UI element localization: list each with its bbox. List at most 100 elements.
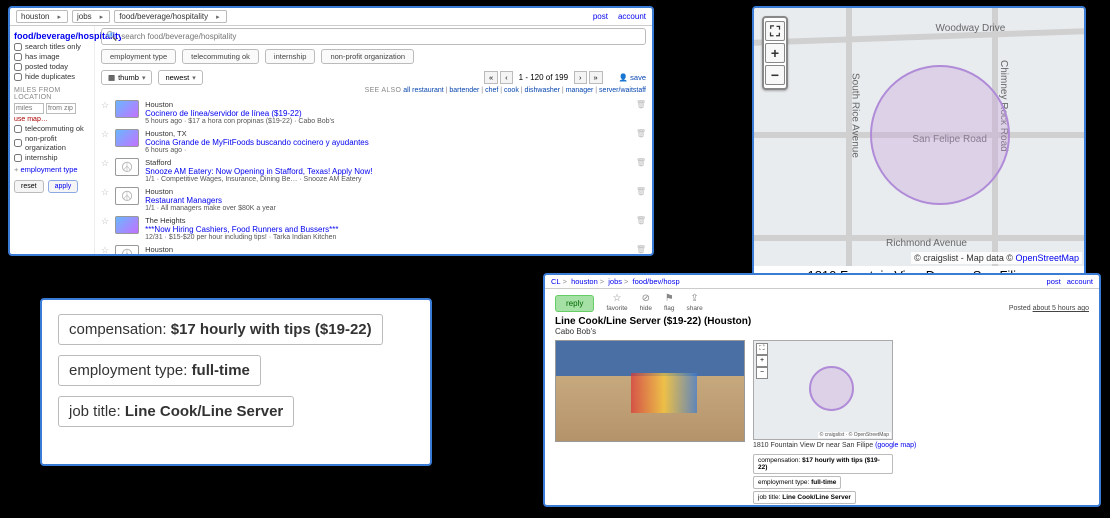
filter-hide-dupes[interactable]: hide duplicates: [14, 72, 90, 81]
reply-button[interactable]: reply: [555, 295, 594, 312]
fav-star-icon[interactable]: ☆: [101, 100, 109, 125]
crumb-city2[interactable]: houston: [571, 277, 598, 286]
apply-button[interactable]: apply: [48, 180, 79, 193]
pill-internship[interactable]: internship: [265, 49, 316, 64]
result-thumb[interactable]: ☮: [115, 245, 139, 256]
hide-result-icon[interactable]: 🗑: [636, 216, 646, 241]
fav-star-icon[interactable]: ☆: [101, 216, 109, 241]
sort-toggle[interactable]: newest: [158, 70, 202, 85]
result-row[interactable]: ☆☮HoustonRestaurant Managers1/1 · All ma…: [101, 185, 646, 214]
pill-employment-type[interactable]: employment type: [101, 49, 176, 64]
employment-type-expand[interactable]: employment type: [14, 165, 90, 174]
attr-compensation: compensation: $17 hourly with tips ($19-…: [58, 314, 383, 345]
filter-image-checkbox[interactable]: [14, 53, 22, 61]
result-thumb[interactable]: ☮: [115, 187, 139, 205]
hide-result-icon[interactable]: 🗑: [636, 100, 646, 125]
crumb-cat2[interactable]: food/bev/hosp: [633, 277, 680, 286]
minimap-fullscreen[interactable]: ⛶: [756, 343, 768, 355]
map-canvas[interactable]: San Felipe Road Richmond Avenue Woodway …: [754, 8, 1084, 266]
pager-prev[interactable]: ‹: [500, 71, 513, 84]
pill-telecommute[interactable]: telecommuting ok: [182, 49, 259, 64]
account-link2[interactable]: account: [1067, 277, 1093, 286]
filter-has-image[interactable]: has image: [14, 52, 90, 61]
crumb-category[interactable]: food/beverage/hospitality: [114, 10, 226, 23]
miles-input[interactable]: [14, 103, 44, 114]
search-bar[interactable]: 🔍: [101, 28, 646, 45]
result-thumb[interactable]: [115, 100, 139, 118]
filter-dupes-checkbox[interactable]: [14, 73, 22, 81]
fav-star-icon[interactable]: ☆: [101, 187, 109, 212]
result-title-link[interactable]: Cocina Grande de MyFitFoods buscando coc…: [145, 138, 369, 147]
crumb-jobs2[interactable]: jobs: [608, 277, 622, 286]
seealso-chef[interactable]: chef: [485, 87, 498, 94]
filter-nonprofit[interactable]: non-profit organization: [14, 134, 90, 152]
account-link[interactable]: account: [618, 12, 646, 21]
seealso-dishwasher[interactable]: dishwasher: [525, 87, 560, 94]
result-title-link[interactable]: Restaurant Managers: [145, 196, 222, 205]
result-row[interactable]: ☆HoustonCocinero de línea/servidor de lí…: [101, 98, 646, 127]
view-toggle[interactable]: ▦thumb: [101, 70, 152, 85]
pager-last[interactable]: »: [589, 71, 603, 84]
seealso-bartender[interactable]: bartender: [449, 87, 479, 94]
hide-action[interactable]: ⊘hide: [640, 293, 652, 312]
seealso-cook[interactable]: cook: [504, 87, 519, 94]
result-thumb[interactable]: [115, 129, 139, 147]
result-row[interactable]: ☆☮HoustonBarista - Coffee Truck | Sawyer…: [101, 243, 646, 256]
filter-titles-checkbox[interactable]: [14, 43, 22, 51]
map-fullscreen-button[interactable]: ⛶: [765, 21, 785, 41]
category-heading[interactable]: food/beverage/hospitality ‹: [14, 30, 90, 41]
seealso-manager[interactable]: manager: [566, 87, 594, 94]
result-location: The Heights: [145, 216, 338, 225]
filter-internship[interactable]: internship: [14, 153, 90, 162]
hide-result-icon[interactable]: 🗑: [636, 187, 646, 212]
pill-nonprofit[interactable]: non-profit organization: [321, 49, 414, 64]
filter-internship-checkbox[interactable]: [14, 154, 22, 162]
seealso-server[interactable]: server/waitstaff: [599, 87, 646, 94]
fav-star-icon[interactable]: ☆: [101, 245, 109, 256]
search-input[interactable]: [121, 32, 641, 41]
pager-first[interactable]: «: [484, 71, 498, 84]
minimap-zoom-in[interactable]: +: [756, 355, 768, 367]
filter-nonprofit-checkbox[interactable]: [14, 139, 22, 147]
result-thumb[interactable]: ☮: [115, 158, 139, 176]
crumb-cl[interactable]: CL: [551, 277, 561, 286]
crumb-city[interactable]: houston: [16, 10, 68, 23]
fav-star-icon[interactable]: ☆: [101, 158, 109, 183]
google-map-link[interactable]: (google map): [875, 442, 916, 449]
main-photo[interactable]: [555, 340, 745, 442]
use-map-link[interactable]: use map…: [14, 116, 90, 123]
favorite-action[interactable]: ☆favorite: [606, 293, 627, 312]
hide-result-icon[interactable]: 🗑: [636, 129, 646, 154]
flag-action[interactable]: ⚑flag: [664, 293, 674, 312]
result-row[interactable]: ☆☮StaffordSnooze AM Eatery: Now Opening …: [101, 156, 646, 185]
result-title-link[interactable]: Snooze AM Eatery: Now Opening in Staffor…: [145, 167, 372, 176]
filter-telecommute-checkbox[interactable]: [14, 125, 22, 133]
result-thumb[interactable]: [115, 216, 139, 234]
share-action[interactable]: ⇪share: [686, 293, 702, 312]
minimap-zoom-out[interactable]: −: [756, 367, 768, 379]
result-row[interactable]: ☆ The Heights***Now Hiring Cashiers, Food…: [101, 214, 646, 243]
map-zoom-out-button[interactable]: −: [765, 65, 785, 85]
result-row[interactable]: ☆Houston, TXCocina Grande de MyFitFoods …: [101, 127, 646, 156]
post-link[interactable]: post: [593, 12, 608, 21]
reset-button[interactable]: reset: [14, 180, 44, 193]
crumb-section[interactable]: jobs: [72, 10, 110, 23]
result-title-link[interactable]: Barista - Coffee Truck | Sawyer Yards: [145, 254, 278, 256]
result-title-link[interactable]: ***Now Hiring Cashiers, Food Runners and…: [145, 225, 338, 234]
pager-next[interactable]: ›: [574, 71, 587, 84]
from-zip-input[interactable]: [46, 103, 76, 114]
filter-titles-only[interactable]: search titles only: [14, 42, 90, 51]
hide-result-icon[interactable]: 🗑: [636, 245, 646, 256]
fav-star-icon[interactable]: ☆: [101, 129, 109, 154]
osm-link[interactable]: OpenStreetMap: [1015, 253, 1079, 263]
save-search[interactable]: 👤 save: [619, 73, 646, 82]
filter-telecommute[interactable]: telecommuting ok: [14, 124, 90, 133]
post-minimap[interactable]: ⛶ + − © craigslist · © OpenStreetMap: [753, 340, 893, 440]
filter-today-checkbox[interactable]: [14, 63, 22, 71]
result-title-link[interactable]: Cocinero de línea/servidor de línea ($19…: [145, 109, 302, 118]
seealso-all[interactable]: all restaurant: [403, 87, 443, 94]
hide-result-icon[interactable]: 🗑: [636, 158, 646, 183]
map-zoom-in-button[interactable]: +: [765, 43, 785, 63]
filter-posted-today[interactable]: posted today: [14, 62, 90, 71]
post-link2[interactable]: post: [1047, 277, 1061, 286]
